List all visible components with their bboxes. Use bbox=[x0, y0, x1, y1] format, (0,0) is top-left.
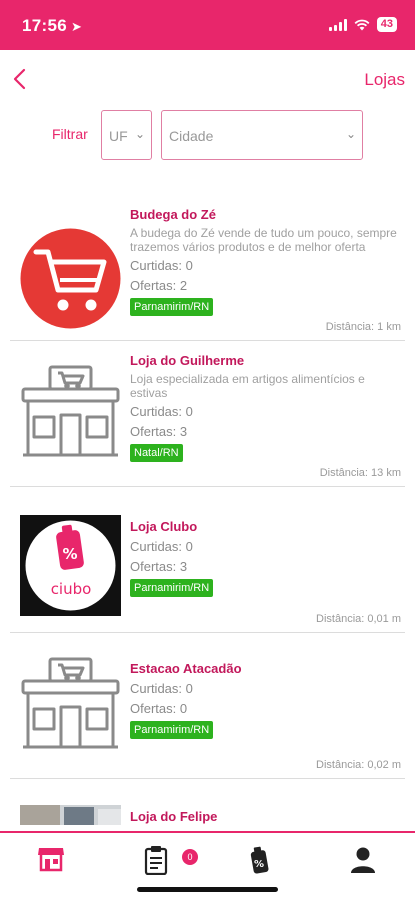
store-name: Loja Clubo bbox=[130, 519, 198, 534]
store-distance: Distância: 0,01 m bbox=[316, 613, 401, 625]
signal-icon bbox=[328, 18, 347, 31]
store-photo bbox=[20, 805, 121, 825]
store-likes: Curtidas: 0 bbox=[130, 404, 193, 419]
store-likes: Curtidas: 0 bbox=[130, 258, 193, 273]
store-list: Budega do Zé A budega do Zé vende de tud… bbox=[10, 195, 405, 900]
nav-offers[interactable]: % bbox=[244, 845, 278, 875]
location-arrow-icon: ➤ bbox=[70, 19, 83, 34]
city-select[interactable]: Cidade ⌄ bbox=[161, 110, 363, 160]
store-description: A budega do Zé vende de tudo um pouco, s… bbox=[130, 226, 397, 254]
uf-select[interactable]: UF ⌄ bbox=[101, 110, 152, 160]
status-time: 17:56 bbox=[22, 16, 67, 35]
store-likes: Curtidas: 0 bbox=[130, 681, 193, 696]
store-offers: Ofertas: 3 bbox=[130, 424, 188, 439]
store-card[interactable]: Loja do Guilherme Loja especializada em … bbox=[10, 341, 405, 487]
uf-select-value: UF bbox=[109, 128, 128, 144]
svg-text:%: % bbox=[62, 545, 77, 563]
home-indicator bbox=[137, 887, 278, 892]
back-button[interactable] bbox=[8, 62, 36, 94]
filter-label: Filtrar bbox=[52, 126, 88, 142]
chevron-left-icon bbox=[13, 68, 26, 90]
store-likes: Curtidas: 0 bbox=[130, 539, 193, 554]
nav-stores[interactable] bbox=[36, 845, 70, 875]
store-name: Loja do Guilherme bbox=[130, 353, 245, 368]
list-icon bbox=[144, 846, 168, 876]
bottom-nav: 0 % bbox=[0, 831, 415, 900]
nav-list[interactable] bbox=[143, 845, 177, 876]
city-select-value: Cidade bbox=[169, 128, 214, 144]
svg-text:%: % bbox=[254, 859, 264, 870]
wifi-icon bbox=[354, 19, 370, 30]
store-card[interactable]: Budega do Zé A budega do Zé vende de tud… bbox=[10, 195, 405, 341]
store-offers: Ofertas: 3 bbox=[130, 559, 188, 574]
nav-profile[interactable] bbox=[349, 845, 383, 875]
list-badge: 0 bbox=[182, 849, 198, 865]
offers-icon: % bbox=[250, 846, 269, 874]
store-name: Budega do Zé bbox=[130, 207, 216, 222]
store-offers: Ofertas: 0 bbox=[130, 701, 188, 716]
location-badge: Parnamirim/RN bbox=[130, 298, 214, 316]
clubo-logo: % ciubo bbox=[20, 515, 121, 616]
store-card[interactable]: Estacao Atacadão Curtidas: 0 Ofertas: 0 … bbox=[10, 633, 405, 779]
location-badge: Natal/RN bbox=[130, 444, 183, 462]
storefront-icon bbox=[21, 365, 120, 457]
store-name: Loja do Felipe bbox=[130, 809, 218, 824]
stores-icon bbox=[38, 848, 64, 872]
store-distance: Distância: 13 km bbox=[319, 467, 401, 479]
store-distance: Distância: 1 km bbox=[325, 321, 401, 333]
store-offers: Ofertas: 2 bbox=[130, 278, 188, 293]
store-name: Estacao Atacadão bbox=[130, 661, 242, 676]
chevron-down-icon: ⌄ bbox=[134, 127, 145, 141]
store-card[interactable]: % ciubo Loja Clubo Curtidas: 0 Ofertas: … bbox=[10, 487, 405, 633]
header: Lojas bbox=[0, 50, 415, 106]
filter-bar: Filtrar UF ⌄ Cidade ⌄ bbox=[0, 108, 415, 162]
cart-icon bbox=[20, 228, 121, 329]
status-bar: 17:56 ➤ 43 bbox=[0, 0, 415, 50]
location-badge: Parnamirim/RN bbox=[130, 579, 214, 597]
page-title: Lojas bbox=[364, 70, 405, 89]
location-badge: Parnamirim/RN bbox=[130, 721, 214, 739]
battery-indicator: 43 bbox=[376, 17, 397, 32]
store-description: Loja especializada em artigos alimentíci… bbox=[130, 372, 365, 400]
chevron-down-icon: ⌄ bbox=[345, 127, 356, 141]
clubo-logo-text: ciubo bbox=[51, 580, 92, 598]
storefront-icon bbox=[21, 657, 120, 749]
store-distance: Distância: 0,02 m bbox=[316, 759, 401, 771]
profile-icon bbox=[351, 847, 375, 873]
